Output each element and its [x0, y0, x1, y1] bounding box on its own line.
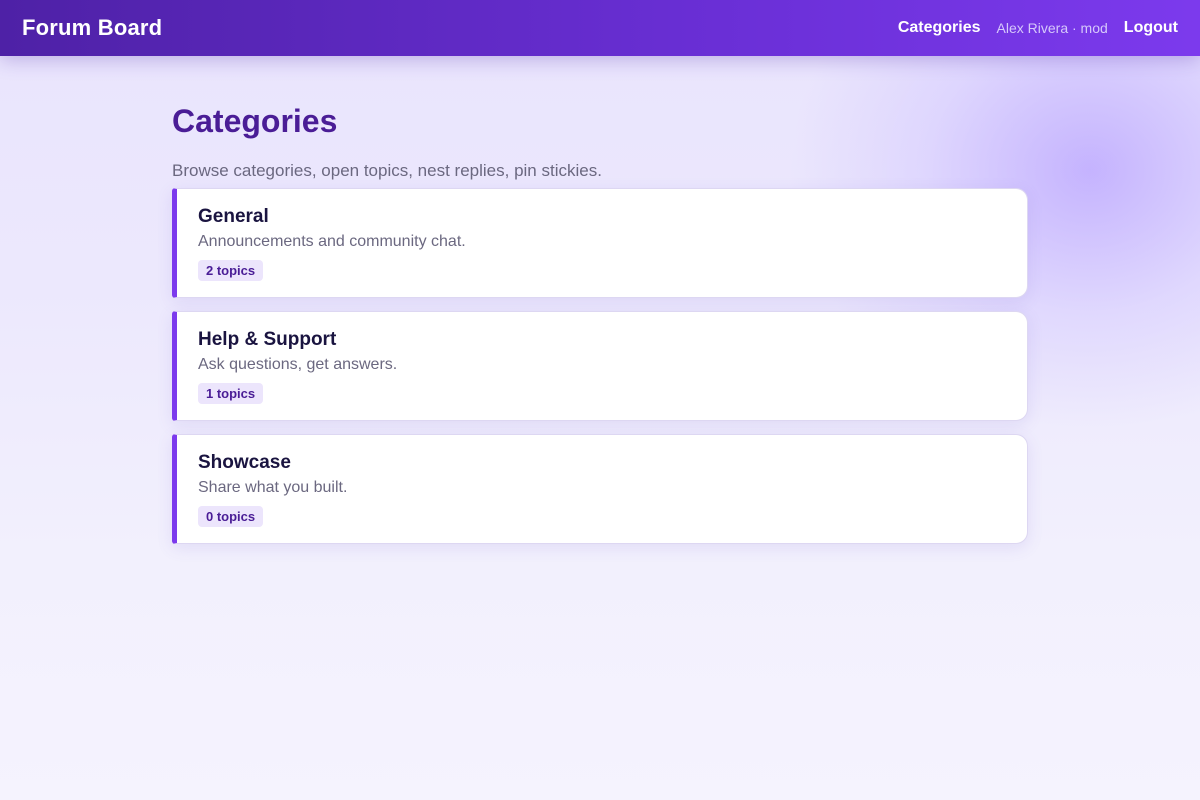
topic-count-badge: 1 topics: [198, 383, 264, 404]
nav-categories-link[interactable]: Categories: [898, 19, 981, 37]
topic-count-badge: 0 topics: [198, 506, 264, 527]
logout-link[interactable]: Logout: [1124, 19, 1178, 37]
category-list: General Announcements and community chat…: [172, 188, 1028, 544]
page-subtitle: Browse categories, open topics, nest rep…: [172, 161, 602, 180]
page-title: Categories: [172, 103, 338, 139]
category-description: Ask questions, get answers.: [198, 356, 398, 373]
top-navbar: Forum Board Categories Alex Rivera · mod…: [0, 0, 1200, 56]
category-card-general[interactable]: General Announcements and community chat…: [172, 188, 1028, 298]
category-name[interactable]: Showcase: [198, 451, 1027, 475]
current-user-label: Alex Rivera · mod: [996, 20, 1108, 36]
category-card-help-support[interactable]: Help & Support Ask questions, get answer…: [172, 311, 1028, 421]
category-name[interactable]: General: [198, 205, 1027, 229]
category-name[interactable]: Help & Support: [198, 328, 1027, 352]
category-description: Share what you built.: [198, 479, 348, 496]
brand-link[interactable]: Forum Board: [22, 15, 162, 41]
category-card-showcase[interactable]: Showcase Share what you built. 0 topics: [172, 434, 1028, 544]
main-content: Categories Browse categories, open topic…: [172, 56, 1028, 557]
main-nav: Categories Alex Rivera · mod Logout: [898, 19, 1178, 37]
category-description: Announcements and community chat.: [198, 233, 466, 250]
topic-count-badge: 2 topics: [198, 260, 264, 281]
